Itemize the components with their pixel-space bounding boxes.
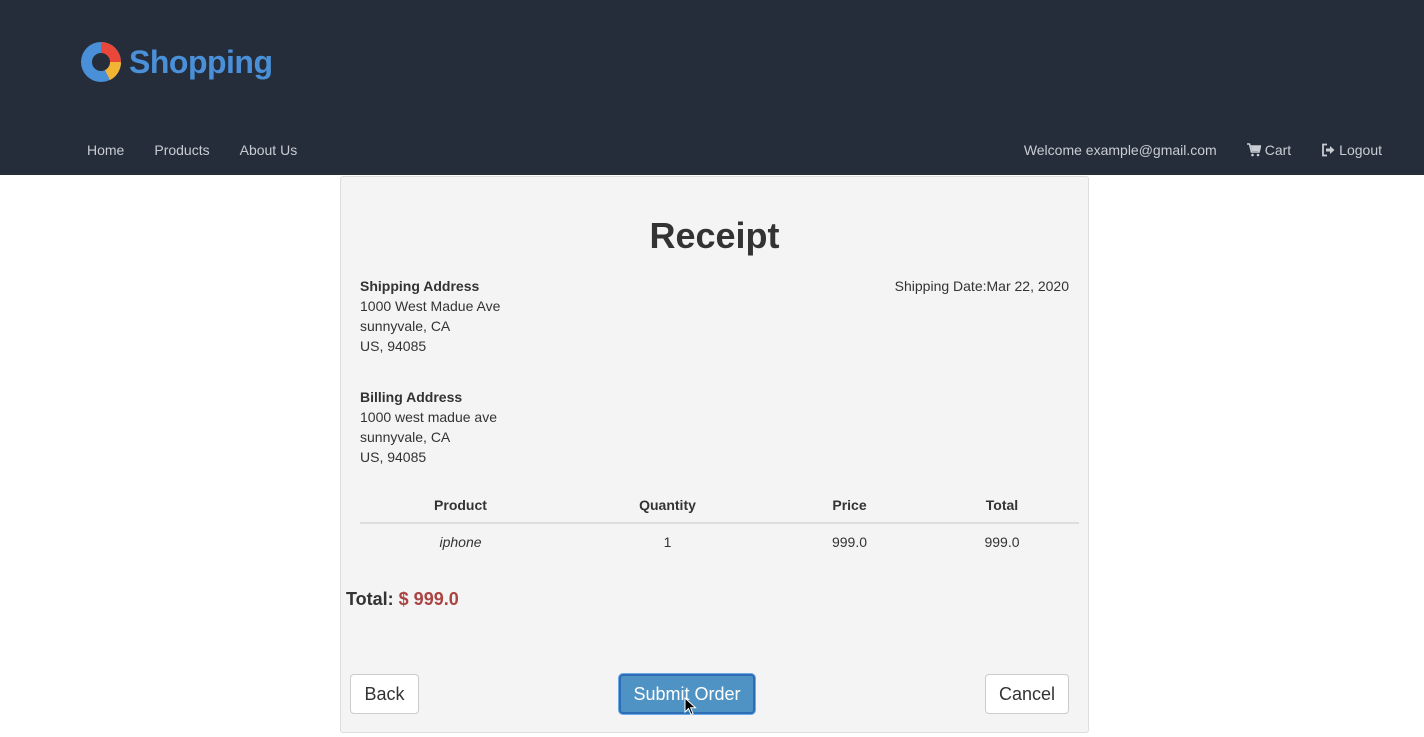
order-items-table: Product Quantity Price Total iphone 1 99… bbox=[360, 489, 1079, 560]
brand-logo[interactable]: Shopping bbox=[80, 40, 273, 84]
billing-address-line1: 1000 west madue ave bbox=[360, 409, 497, 425]
shipping-date: Shipping Date:Mar 22, 2020 bbox=[894, 278, 1069, 294]
cell-total: 999.0 bbox=[984, 534, 1020, 550]
nav-products[interactable]: Products bbox=[139, 142, 224, 158]
header-total: Total bbox=[925, 489, 1079, 524]
total-value: $ 999.0 bbox=[398, 589, 459, 609]
header-price: Price bbox=[774, 489, 925, 524]
shopping-cart-icon bbox=[1246, 143, 1261, 157]
shopping-logo-icon bbox=[81, 42, 122, 82]
shipping-address: Shipping Address 1000 West Madue Ave sun… bbox=[360, 276, 500, 356]
cell-product: iphone bbox=[439, 534, 482, 550]
order-total: Total: $ 999.0 bbox=[346, 589, 459, 610]
billing-address-line3: US, 94085 bbox=[360, 449, 427, 465]
header-quantity: Quantity bbox=[561, 489, 774, 524]
cell-quantity: 1 bbox=[663, 534, 672, 550]
receipt-panel: Receipt Shipping Address 1000 West Madue… bbox=[340, 176, 1089, 733]
welcome-text[interactable]: Welcome example@gmail.com bbox=[1024, 142, 1217, 158]
billing-address: Billing Address 1000 west madue ave sunn… bbox=[360, 387, 497, 467]
nav-cart-label: Cart bbox=[1264, 142, 1292, 158]
billing-address-title: Billing Address bbox=[360, 389, 463, 405]
back-button[interactable]: Back bbox=[350, 674, 419, 714]
shipping-address-title: Shipping Address bbox=[360, 278, 480, 294]
nav-home[interactable]: Home bbox=[72, 142, 139, 158]
shipping-address-line1: 1000 West Madue Ave bbox=[360, 298, 501, 314]
cancel-button[interactable]: Cancel bbox=[985, 674, 1069, 714]
user-nav: Welcome example@gmail.com Cart Logout bbox=[1024, 136, 1382, 164]
table-header-row: Product Quantity Price Total bbox=[360, 489, 1079, 524]
logout-icon bbox=[1322, 143, 1335, 157]
main-nav: Home Products About Us bbox=[72, 136, 312, 164]
mouse-pointer-icon bbox=[684, 697, 697, 716]
billing-address-line2: sunnyvale, CA bbox=[360, 429, 451, 445]
shipping-address-line2: sunnyvale, CA bbox=[360, 318, 451, 334]
nav-about-us[interactable]: About Us bbox=[225, 142, 313, 158]
top-navbar: Shopping Home Products About Us Welcome … bbox=[0, 0, 1424, 175]
nav-logout-label: Logout bbox=[1339, 142, 1382, 158]
header-product: Product bbox=[360, 489, 561, 524]
nav-cart[interactable]: Cart bbox=[1217, 142, 1291, 158]
page-title: Receipt bbox=[649, 215, 780, 256]
brand-name: Shopping bbox=[129, 43, 273, 80]
total-label: Total: bbox=[346, 589, 394, 609]
cell-price: 999.0 bbox=[831, 534, 868, 550]
shipping-address-line3: US, 94085 bbox=[360, 338, 427, 354]
nav-logout[interactable]: Logout bbox=[1291, 142, 1382, 158]
table-row: iphone 1 999.0 999.0 bbox=[360, 523, 1079, 560]
